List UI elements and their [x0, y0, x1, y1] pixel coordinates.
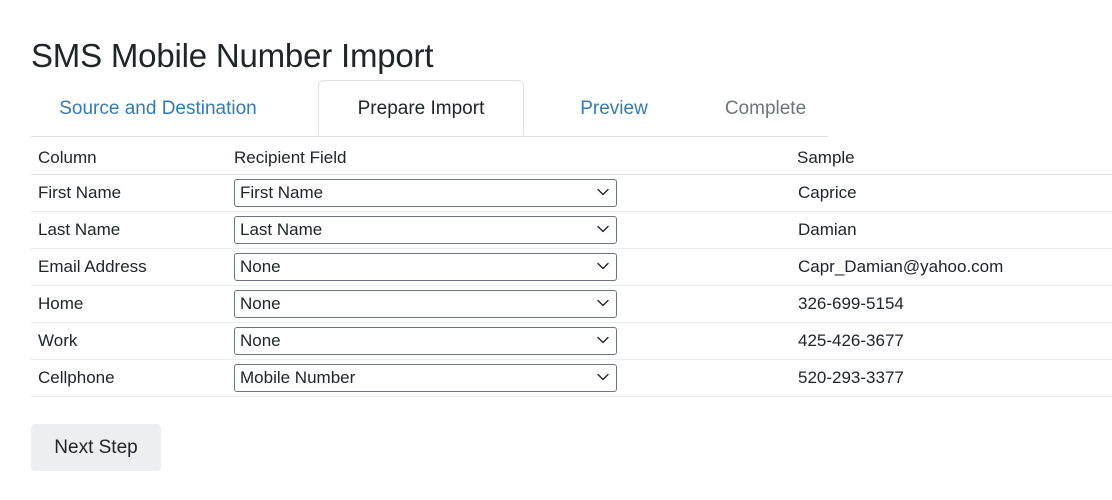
recipient-field-select-wrap: First Name [234, 179, 617, 207]
table-row: Work None 425-426-3677 [31, 322, 1112, 360]
column-label: Work [38, 331, 78, 350]
cell-recipient-field: Mobile Number [227, 359, 790, 397]
column-label: Email Address [38, 257, 147, 276]
tab-complete: Complete [724, 97, 807, 119]
next-step-button[interactable]: Next Step [31, 424, 161, 471]
cell-column: Home [31, 285, 227, 323]
cell-sample: Damian [790, 211, 1112, 249]
column-label: First Name [38, 183, 122, 202]
table-header-row: Column Recipient Field Sample [31, 141, 1112, 175]
cell-sample: Caprice [790, 174, 1112, 212]
cell-column: Last Name [31, 211, 227, 249]
sample-value: 425-426-3677 [798, 331, 904, 350]
recipient-field-select[interactable]: None [234, 327, 617, 355]
cell-column: Work [31, 322, 227, 360]
cell-sample: 520-293-3377 [790, 359, 1112, 397]
cell-recipient-field: None [227, 322, 790, 360]
sample-value: Capr_Damian@yahoo.com [798, 257, 1004, 276]
cell-recipient-field: None [227, 285, 790, 323]
cell-column: First Name [31, 174, 227, 212]
recipient-field-select-wrap: None [234, 253, 617, 281]
field-mapping-table: Column Recipient Field Sample First Name… [31, 141, 1112, 397]
recipient-field-select-wrap: None [234, 327, 617, 355]
table-row: Last Name Last Name Damian [31, 211, 1112, 249]
tab-source-and-destination[interactable]: Source and Destination [31, 80, 285, 136]
tab-prepare-import[interactable]: Prepare Import [318, 80, 524, 136]
sms-mobile-number-import-page: SMS Mobile Number Import Source and Dest… [0, 0, 1112, 500]
cell-recipient-field: None [227, 248, 790, 286]
cell-sample: Capr_Damian@yahoo.com [790, 248, 1112, 286]
recipient-field-select-wrap: None [234, 290, 617, 318]
cell-column: Email Address [31, 248, 227, 286]
column-label: Last Name [38, 220, 121, 239]
table-row: Home None 326-699-5154 [31, 285, 1112, 323]
table-row: Email Address None Capr_Damian@yahoo.com [31, 248, 1112, 286]
table-header: Column Recipient Field Sample [31, 141, 1112, 175]
sample-value: 520-293-3377 [798, 368, 904, 387]
recipient-field-select[interactable]: None [234, 253, 617, 281]
recipient-field-select[interactable]: Mobile Number [234, 364, 617, 392]
sample-value: Caprice [798, 183, 857, 202]
sample-value: Damian [798, 220, 857, 239]
recipient-field-select-wrap: Mobile Number [234, 364, 617, 392]
cell-sample: 326-699-5154 [790, 285, 1112, 323]
sample-value: 326-699-5154 [798, 294, 904, 313]
recipient-field-select[interactable]: None [234, 290, 617, 318]
header-column: Column [31, 141, 227, 175]
table-row: First Name First Name Caprice [31, 174, 1112, 212]
recipient-field-select[interactable]: Last Name [234, 216, 617, 244]
cell-column: Cellphone [31, 359, 227, 397]
column-label: Home [38, 294, 84, 313]
cell-recipient-field: First Name [227, 174, 790, 212]
cell-sample: 425-426-3677 [790, 322, 1112, 360]
recipient-field-select[interactable]: First Name [234, 179, 617, 207]
tab-preview[interactable]: Preview [561, 80, 667, 136]
cell-recipient-field: Last Name [227, 211, 790, 249]
header-sample: Sample [790, 141, 1112, 175]
column-label: Cellphone [38, 368, 115, 387]
recipient-field-select-wrap: Last Name [234, 216, 617, 244]
table-row: Cellphone Mobile Number 520-293-3377 [31, 359, 1112, 397]
wizard-tab-strip: Source and Destination Prepare Import Pr… [31, 80, 828, 137]
page-title: SMS Mobile Number Import [31, 37, 434, 75]
header-recipient-field: Recipient Field [227, 141, 790, 175]
table-body: First Name First Name Caprice Last Name Last… [31, 174, 1112, 397]
